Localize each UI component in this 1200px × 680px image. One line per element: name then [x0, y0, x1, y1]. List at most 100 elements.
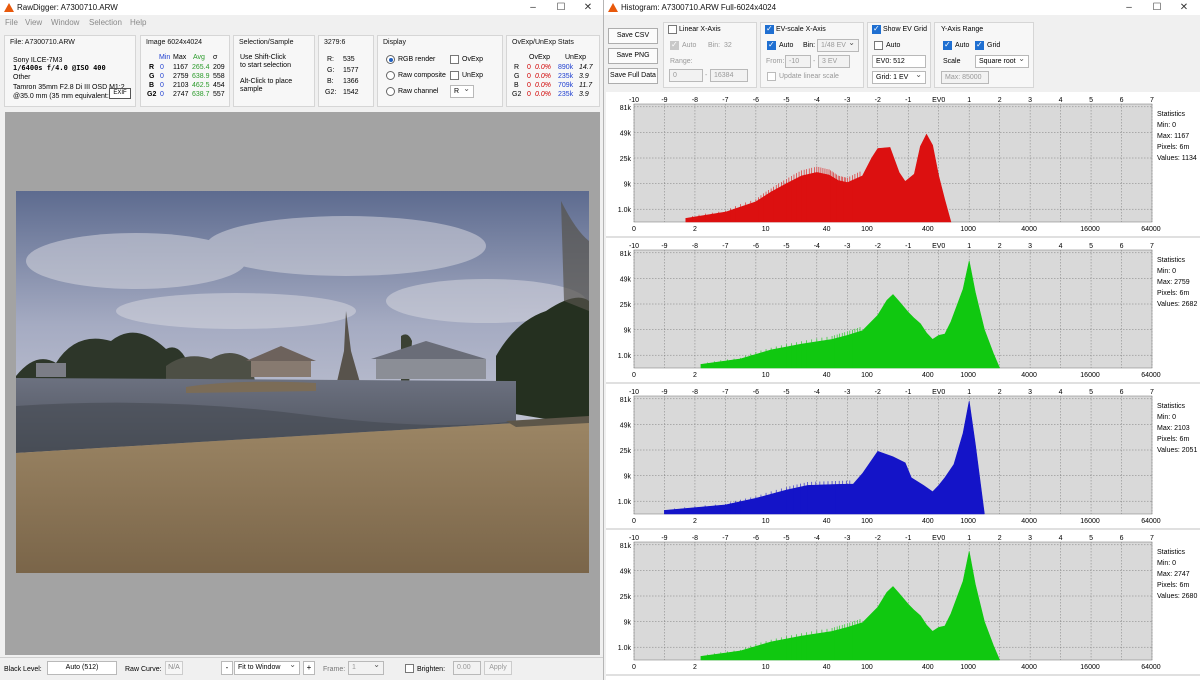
stat-g-ch: G: [514, 73, 520, 80]
zoom-select[interactable]: Fit to Window: [234, 659, 300, 675]
ev-from-input[interactable]: -10: [785, 55, 811, 68]
ev-tick-label: EV0: [932, 97, 945, 104]
histogram-area[interactable]: 81k 49k 25k 9k 1.0k -10 -9 -8 -7 -6 -5 -4 -3 -2 -1 EV0 1…: [606, 92, 1200, 680]
maximize-icon[interactable]: ☐: [548, 1, 574, 14]
menu-window[interactable]: Window: [51, 18, 79, 27]
ev-tick-label: 6: [1120, 389, 1124, 396]
frame-select[interactable]: 1: [348, 659, 384, 675]
menu-file[interactable]: File: [5, 18, 18, 27]
frame-label: Frame:: [323, 666, 346, 673]
linear-tick-label: 0: [632, 226, 636, 233]
show-ev-grid-checkbox[interactable]: [872, 24, 881, 34]
linear-x-axis-label: Linear X-Axis: [679, 26, 721, 33]
y-tick-label: 25k: [620, 156, 632, 163]
ev-tick-label: 7: [1150, 243, 1154, 250]
image-viewport[interactable]: [5, 112, 600, 655]
file-panel-title: File: A7300710.ARW: [10, 39, 75, 46]
title-bar: RawDigger: A7300710.ARW – ☐ ✕: [0, 0, 603, 15]
stat-g2-unp: 3.9: [579, 91, 589, 98]
ev-tick-label: -1: [905, 243, 911, 250]
linear-auto-checkbox[interactable]: [670, 40, 679, 50]
save-csv-button[interactable]: Save CSV: [608, 28, 658, 44]
ev-grid-auto-checkbox[interactable]: [874, 41, 883, 50]
y-tick-label: 1.0k: [618, 499, 632, 506]
range-to-input[interactable]: 16384: [710, 69, 748, 82]
menu-bar: File View Window Selection Help: [0, 16, 603, 30]
y-grid-checkbox[interactable]: [975, 40, 984, 50]
menu-view[interactable]: View: [25, 18, 42, 27]
linear-x-axis-checkbox[interactable]: [668, 25, 677, 34]
stats-panel-title: OvExp/UnExp Stats: [512, 39, 574, 46]
stats-text: Pixels: 6m: [1157, 582, 1189, 589]
r-min: 0: [160, 64, 164, 71]
unexp-checkbox[interactable]: [450, 71, 459, 80]
ev-scale-checkbox[interactable]: [765, 24, 774, 34]
stat-b-unp: 11.7: [579, 82, 593, 89]
rgb-render-label: RGB render: [398, 56, 436, 63]
ev-grid-group: Show EV Grid Auto EV0: 512 Grid: 1 EV: [867, 22, 931, 88]
cursor-b-label: B:: [327, 78, 334, 85]
ev-tick-label: 5: [1089, 97, 1093, 104]
linear-tick-label: 2: [693, 372, 697, 379]
minimize-icon[interactable]: –: [520, 1, 546, 14]
black-level-button[interactable]: Auto (512): [47, 661, 117, 675]
y-max-input[interactable]: Max: 85000: [941, 71, 989, 84]
range-from-input[interactable]: 0: [669, 69, 703, 82]
file-panel: File: A7300710.ARW Sony ILCE-7M3 1/6400s…: [4, 35, 136, 107]
menu-help[interactable]: Help: [130, 18, 146, 27]
ev-auto-checkbox[interactable]: [767, 40, 776, 50]
ev-bin-select[interactable]: 1/48 EV: [817, 37, 859, 52]
apply-button[interactable]: Apply: [484, 661, 512, 675]
stat-r-ch: R: [514, 64, 520, 71]
raw-channel-radio[interactable]: [386, 87, 395, 96]
raw-curve-value: N/A: [165, 661, 183, 675]
y-auto-label: Auto: [955, 42, 970, 49]
y-auto-checkbox[interactable]: [943, 40, 952, 50]
window-title: RawDigger: A7300710.ARW: [17, 3, 118, 12]
ev-grid-auto-label: Auto: [886, 42, 901, 49]
ev-tick-label: 6: [1120, 97, 1124, 104]
ev-tick-label: -10: [629, 97, 639, 104]
linear-tick-label: 100: [861, 372, 873, 379]
linear-tick-label: 64000: [1141, 664, 1161, 671]
zoom-out-button[interactable]: -: [221, 661, 233, 675]
stat-r-ov: 0: [527, 64, 531, 71]
ev-tick-label: -4: [814, 97, 820, 104]
zoom-in-button[interactable]: +: [303, 661, 315, 675]
ev-tick-label: 4: [1059, 97, 1063, 104]
ev-tick-label: 4: [1059, 535, 1063, 542]
brighten-input[interactable]: 0.00: [453, 661, 481, 675]
save-png-button[interactable]: Save PNG: [608, 48, 658, 64]
exif-button[interactable]: EXIF: [109, 88, 131, 99]
ev0-input[interactable]: EV0: 512: [872, 55, 926, 68]
app-icon: [4, 3, 14, 12]
linear-tick-label: 2: [693, 226, 697, 233]
histogram-maximize-icon[interactable]: ☐: [1144, 1, 1170, 14]
menu-selection[interactable]: Selection: [89, 18, 122, 27]
exposure-info: 1/6400s f/4.0 @ISO 400: [13, 64, 106, 72]
ev-grid-select[interactable]: Grid: 1 EV: [872, 69, 926, 84]
linear-tick-label: 64000: [1141, 518, 1161, 525]
histogram-title-bar: Histogram: A7300710.ARW Full-6024x4024 –…: [604, 0, 1200, 15]
selection-panel: Selection/Sample Use Shift-Click to star…: [233, 35, 315, 107]
ev-tick-label: -8: [692, 389, 698, 396]
ev-tick-label: -9: [661, 389, 667, 396]
linear-tick-label: 64000: [1141, 372, 1161, 379]
update-linear-checkbox[interactable]: [767, 72, 776, 81]
display-panel: Display RGB render Raw composite Raw cha…: [377, 35, 503, 107]
close-icon[interactable]: ✕: [575, 1, 601, 14]
histogram-window-title: Histogram: A7300710.ARW Full-6024x4024: [621, 3, 777, 12]
raw-channel-select[interactable]: R: [450, 83, 474, 98]
save-full-data-button[interactable]: Save Full Data: [608, 68, 658, 84]
histogram-panel-g: 81k 49k 25k 9k 1.0k -10 -9 -8 -7 -6 -5 -4 -3 -2 -1 EV0 1…: [606, 238, 1200, 384]
ovexp-checkbox[interactable]: [450, 55, 459, 64]
histogram-close-icon[interactable]: ✕: [1171, 1, 1197, 14]
ev-to-input[interactable]: 3 EV: [818, 55, 850, 68]
histogram-minimize-icon[interactable]: –: [1116, 1, 1142, 14]
linear-tick-label: 4000: [1021, 372, 1037, 379]
rgb-render-radio[interactable]: [386, 55, 395, 64]
raw-composite-radio[interactable]: [386, 71, 395, 80]
brighten-checkbox[interactable]: [405, 664, 414, 673]
y-scale-select[interactable]: Square root: [975, 53, 1029, 68]
g2-max: 2747: [173, 91, 189, 98]
